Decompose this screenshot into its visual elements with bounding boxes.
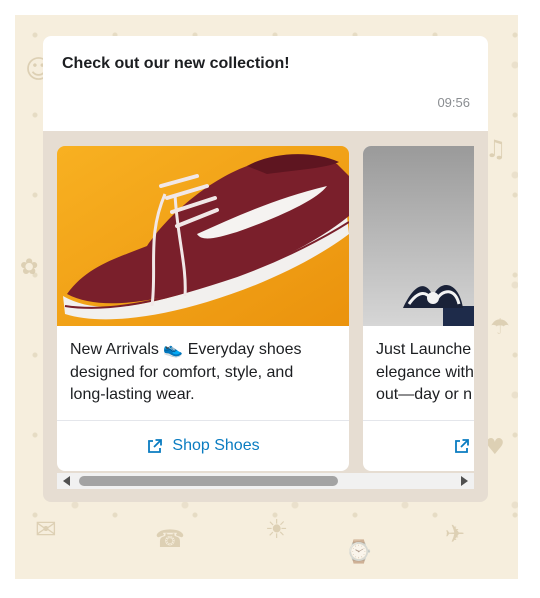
doodle-icon: ⌚ [345,540,373,565]
doodle-icon: ✈ [445,520,466,548]
scrollbar-thumb[interactable] [79,476,338,486]
external-link-icon [146,438,163,455]
card-description-line: out—day or n [376,386,473,403]
message-bubble: Check out our new collection! 09:56 New … [43,36,488,502]
doodle-icon: ☂ [490,315,510,340]
card-image-gift [363,146,474,326]
scroll-right-arrow-icon[interactable] [461,476,468,486]
card-description: New Arrivals 👟 Everyday shoes designed f… [70,341,302,403]
doodle-icon: ✉ [35,515,57,545]
gift-image [363,146,474,326]
card-image-sneaker [57,146,349,326]
doodle-icon: ♫ [485,135,507,163]
doodle-icon: ✿ [20,255,39,280]
scroll-left-arrow-icon[interactable] [63,476,70,486]
carousel-scrollbar[interactable] [57,473,474,489]
message-timestamp: 09:56 [437,95,470,110]
message-title: Check out our new collection! [62,55,290,72]
card-description: Just Launche elegance with out—day or n [376,339,474,407]
doodle-icon: ☎ [155,525,185,553]
carousel-card: New Arrivals 👟 Everyday shoes designed f… [57,146,349,471]
card-description-line: elegance with [376,363,474,381]
doodle-icon: ☀ [265,515,289,545]
shop-shoes-button[interactable]: Shop Shoes [57,421,349,471]
carousel-card: Just Launche elegance with out—day or n [363,146,474,471]
message-header: Check out our new collection! 09:56 [43,36,488,131]
external-link-icon [453,438,470,455]
card-description-line: Just Launche [376,341,472,358]
shop-shoes-label: Shop Shoes [172,437,260,454]
sneaker-image [57,146,349,326]
product-carousel[interactable]: New Arrivals 👟 Everyday shoes designed f… [57,146,474,472]
card-action-button[interactable] [363,421,474,471]
